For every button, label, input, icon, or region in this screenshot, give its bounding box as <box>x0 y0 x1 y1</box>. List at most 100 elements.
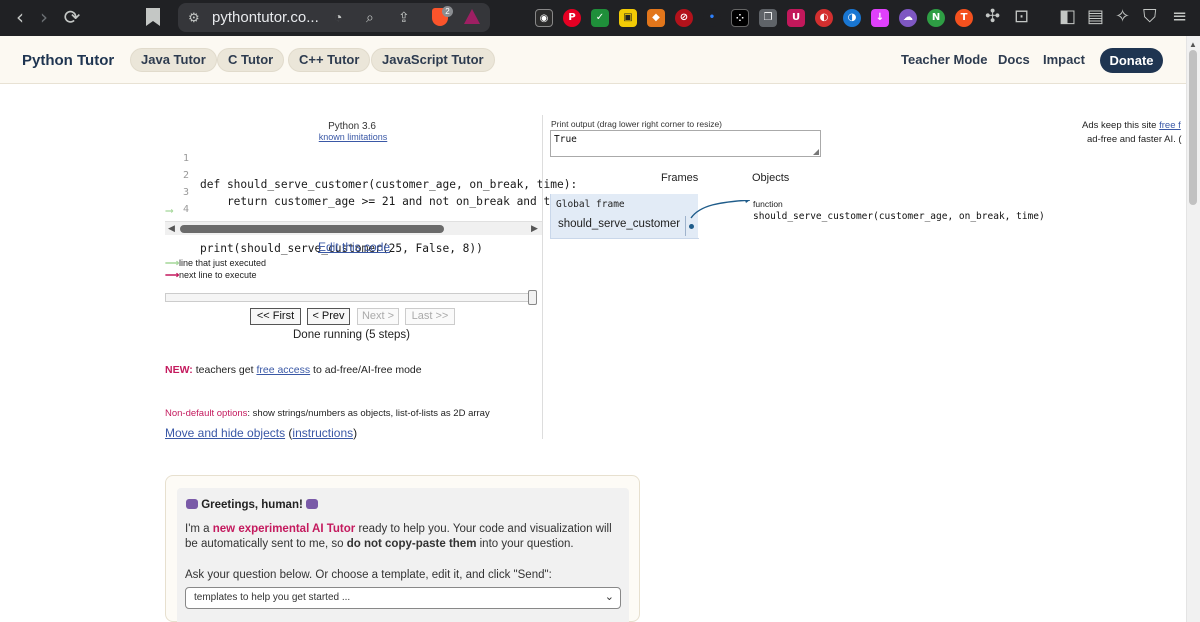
sidebar-icon[interactable]: ◧ <box>1059 6 1076 27</box>
line-number: 4 <box>182 204 189 215</box>
n-extension-icon[interactable]: N <box>927 9 945 27</box>
t-extension-icon[interactable]: T <box>955 9 973 27</box>
legend-next-text: next line to execute <box>179 270 257 280</box>
ai-greeting-text: Greetings, human! <box>201 499 303 511</box>
global-frame: Global frame should_serve_customer <box>550 194 699 239</box>
first-button[interactable]: << First <box>250 308 301 325</box>
forward-icon[interactable]: › <box>30 5 58 29</box>
execution-step-slider[interactable] <box>165 293 535 302</box>
extensions-puzzle-icon[interactable]: ✣ <box>985 6 1000 27</box>
docs-link[interactable]: Docs <box>998 52 1030 67</box>
brave-rewards-icon[interactable] <box>464 9 480 24</box>
ublock-icon[interactable]: U <box>787 9 805 27</box>
edit-code-link[interactable]: Edit this code <box>318 240 390 254</box>
robot-icon <box>306 499 319 509</box>
code-scrollbar-thumb[interactable] <box>180 225 444 233</box>
download-extension-icon[interactable]: ↓ <box>871 9 889 27</box>
metamask-icon[interactable]: ◆ <box>647 9 665 27</box>
template-select[interactable]: templates to help you get started ... ⌄ <box>185 587 621 609</box>
object-type-label: function <box>753 199 783 209</box>
screenshot-icon[interactable]: ⊡ <box>1014 6 1029 27</box>
share-icon[interactable]: ⇪ <box>398 9 410 26</box>
red-arrow-icon: ⟶ <box>165 270 180 281</box>
site-settings-icon[interactable]: ⚙ <box>188 10 200 26</box>
language-label: Python 3.6 <box>328 121 376 132</box>
ai-greeting: Greetings, human! <box>186 498 319 511</box>
chevron-down-icon[interactable]: ⌄ <box>605 590 614 603</box>
legend-executed: ⟶line that just executed <box>165 258 266 270</box>
note-extension-icon[interactable]: ▣ <box>619 9 637 27</box>
known-limitations-link[interactable]: known limitations <box>317 132 389 142</box>
speed-icon[interactable]: ◔ <box>334 9 342 25</box>
ai-tutor-inner: Greetings, human! I'm a new experimental… <box>177 488 629 622</box>
code-horizontal-scrollbar[interactable]: ◀ ▶ <box>165 221 542 235</box>
frame-title: Global frame <box>556 199 625 210</box>
c-tutor-tab[interactable]: C Tutor <box>217 48 285 72</box>
scroll-left-arrow-icon[interactable]: ◀ <box>168 223 175 234</box>
print-output-box[interactable]: True <box>550 130 821 157</box>
bookmark-icon[interactable] <box>146 8 160 26</box>
code-line: 3 <box>165 186 542 203</box>
instructions-link[interactable]: instructions <box>292 426 353 440</box>
address-bar[interactable]: ⚙ pythontutor.co... ◔ ⌕ ⇪ 2 <box>178 3 490 32</box>
red-extension-icon[interactable]: ◐ <box>815 9 833 27</box>
check-extension-icon[interactable]: ✓ <box>591 9 609 27</box>
extension-icon[interactable]: ◉ <box>535 9 553 27</box>
promo-line: NEW: teachers get free access to ad-free… <box>165 364 422 376</box>
function-signature: should_serve_customer(customer_age, on_b… <box>753 211 1045 222</box>
template-select-value[interactable]: templates to help you get started ... <box>194 592 350 603</box>
pinterest-icon[interactable]: P <box>563 9 581 27</box>
step-slider-handle[interactable] <box>528 290 537 305</box>
leo-ai-icon[interactable]: ✧ <box>1115 6 1130 27</box>
move-objects-line: Move and hide objects (instructions) <box>165 426 358 440</box>
page-scrollbar-thumb[interactable] <box>1189 50 1197 205</box>
legend-next: ⟶next line to execute <box>165 270 257 282</box>
ai-ask-prompt: Ask your question below. Or choose a tem… <box>185 569 552 581</box>
objects-header: Objects <box>752 172 790 184</box>
scroll-up-arrow-icon[interactable]: ▲ <box>1189 40 1197 49</box>
cpp-tutor-tab[interactable]: C++ Tutor <box>288 48 371 72</box>
promo-text-before: teachers get <box>192 364 257 376</box>
line-number: 3 <box>182 187 189 198</box>
block-extension-icon[interactable]: ⊘ <box>675 9 693 27</box>
frame-underline <box>551 238 699 239</box>
blue-extension-icon[interactable]: ◑ <box>843 9 861 27</box>
dot-extension-icon[interactable]: • <box>703 9 721 27</box>
print-output-text: True <box>554 134 577 145</box>
options-text: : show strings/numbers as objects, list-… <box>247 408 490 419</box>
ads-free-link[interactable]: free f <box>1159 120 1181 131</box>
green-arrow-icon: ⟶ <box>165 258 180 269</box>
copy-extension-icon[interactable]: ❐ <box>759 9 777 27</box>
brand-logo[interactable]: Python Tutor <box>22 52 114 69</box>
next-button[interactable]: Next > <box>357 308 399 325</box>
code-line: 1 def should_serve_customer(customer_age… <box>165 152 577 191</box>
resize-handle-icon[interactable] <box>813 149 819 155</box>
ai-tutor-panel: Greetings, human! I'm a new experimental… <box>165 475 640 622</box>
java-tutor-tab[interactable]: Java Tutor <box>130 48 217 72</box>
cloud-extension-icon[interactable]: ☁ <box>899 9 917 27</box>
scroll-right-arrow-icon[interactable]: ▶ <box>531 223 538 234</box>
panel-divider <box>542 115 543 439</box>
vpn-icon[interactable]: ⛉ <box>1143 6 1157 27</box>
last-button[interactable]: Last >> <box>405 308 455 325</box>
new-label: NEW: <box>165 364 193 376</box>
main-content: Python 3.6 known limitations 1 def shoul… <box>0 85 1186 622</box>
site-header: Python Tutor Java Tutor C Tutor C++ Tuto… <box>0 36 1200 84</box>
free-access-link[interactable]: free access <box>256 364 310 376</box>
move-hide-objects-link[interactable]: Move and hide objects <box>165 426 285 440</box>
impact-link[interactable]: Impact <box>1043 52 1085 67</box>
url-text[interactable]: pythontutor.co... <box>212 9 319 26</box>
prev-button[interactable]: < Prev <box>307 308 350 325</box>
teacher-mode-link[interactable]: Teacher Mode <box>901 52 987 67</box>
menu-icon[interactable]: ≡ <box>1172 6 1187 27</box>
javascript-tutor-tab[interactable]: JavaScript Tutor <box>371 48 495 72</box>
ai-intro-text: I'm a new experimental AI Tutor ready to… <box>185 522 625 552</box>
donate-button[interactable]: Donate <box>1100 48 1163 73</box>
grid-extension-icon[interactable]: ⁘ <box>731 9 749 27</box>
ads-line-1: Ads keep this site free f <box>1082 120 1181 131</box>
reload-icon[interactable]: ⟳ <box>58 5 86 29</box>
ai-intro-part: I'm a <box>185 523 213 535</box>
wallet-icon[interactable]: ▤ <box>1087 6 1104 27</box>
frames-header: Frames <box>661 172 699 184</box>
zoom-icon[interactable]: ⌕ <box>366 9 374 26</box>
